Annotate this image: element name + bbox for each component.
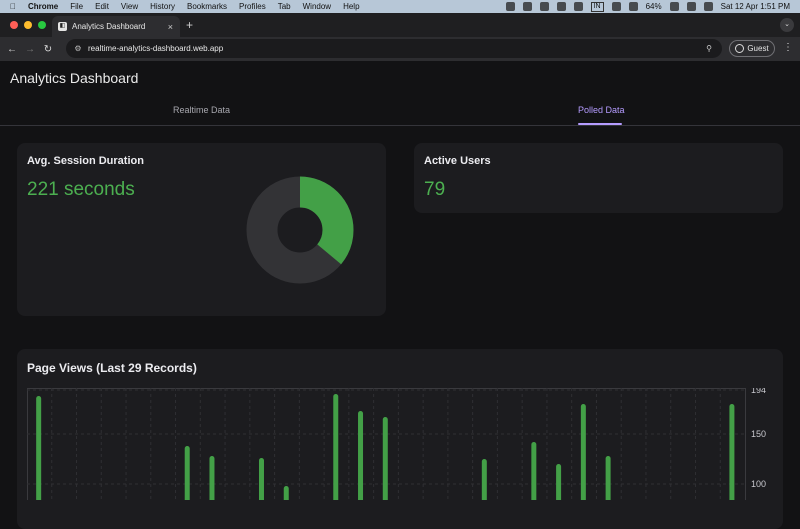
- menu-file[interactable]: File: [70, 2, 83, 11]
- favicon-icon: ◧: [58, 22, 67, 31]
- battery-percent[interactable]: 64%: [646, 2, 662, 11]
- guest-profile-button[interactable]: Guest: [729, 40, 775, 57]
- page-title: Analytics Dashboard: [10, 70, 139, 86]
- card-title: Avg. Session Duration: [27, 155, 144, 167]
- bar[interactable]: [184, 446, 190, 500]
- bar[interactable]: [531, 442, 537, 500]
- bar[interactable]: [729, 404, 735, 500]
- address-bar[interactable]: ⚙ realtime-analytics-dashboard.web.app ⚲: [66, 39, 722, 58]
- session-duration-card: Avg. Session Duration 221 seconds: [17, 143, 386, 316]
- bar[interactable]: [283, 486, 289, 500]
- menu-view[interactable]: View: [121, 2, 138, 11]
- menu-history[interactable]: History: [150, 2, 175, 11]
- y-tick-label: 150: [751, 429, 766, 439]
- minimize-window-button[interactable]: [24, 21, 32, 29]
- session-donut-chart: [246, 176, 354, 284]
- tab-polled-data[interactable]: Polled Data: [578, 105, 625, 115]
- control-center-icon[interactable]: [703, 2, 713, 11]
- bar[interactable]: [358, 411, 364, 500]
- bar[interactable]: [36, 396, 42, 500]
- back-arrow-icon[interactable]: ←: [3, 44, 21, 55]
- upload-icon[interactable]: [539, 2, 549, 11]
- reload-icon[interactable]: ↻: [39, 44, 57, 55]
- forward-arrow-icon[interactable]: →: [21, 44, 39, 55]
- menu-edit[interactable]: Edit: [95, 2, 109, 11]
- menubar-clock[interactable]: Sat 12 Apr 1:51 PM: [721, 2, 790, 11]
- tab-realtime-data[interactable]: Realtime Data: [173, 105, 230, 115]
- menu-window[interactable]: Window: [303, 2, 331, 11]
- app-status-icon[interactable]: [522, 2, 532, 11]
- active-tab-indicator: [578, 123, 622, 125]
- bar[interactable]: [258, 458, 264, 500]
- wifi-icon[interactable]: [628, 2, 638, 11]
- bar[interactable]: [556, 464, 562, 500]
- apple-icon[interactable]: : [10, 2, 16, 11]
- bar[interactable]: [605, 456, 611, 500]
- avatar-icon: [735, 44, 745, 53]
- menu-profiles[interactable]: Profiles: [239, 2, 266, 11]
- close-window-button[interactable]: [10, 21, 18, 29]
- tab-search-chevron-icon[interactable]: ⌄: [780, 18, 794, 32]
- bar[interactable]: [333, 394, 339, 500]
- menu-bookmarks[interactable]: Bookmarks: [187, 2, 227, 11]
- bar[interactable]: [481, 459, 487, 500]
- card-title: Active Users: [424, 155, 491, 167]
- close-tab-icon[interactable]: ×: [168, 22, 173, 32]
- cloud-icon[interactable]: [556, 2, 566, 11]
- bar[interactable]: [580, 404, 586, 500]
- browser-toolbar: ← → ↻ ⚙ realtime-analytics-dashboard.web…: [0, 37, 800, 61]
- zoom-icon[interactable]: ⚲: [706, 44, 712, 53]
- menu-chrome[interactable]: Chrome: [28, 2, 58, 11]
- active-users-value: 79: [424, 179, 446, 200]
- zoom-window-button[interactable]: [38, 21, 46, 29]
- profile-label: Guest: [747, 44, 769, 53]
- bar[interactable]: [209, 456, 215, 500]
- site-settings-icon[interactable]: ⚙: [72, 44, 84, 53]
- y-tick-label: 194: [751, 388, 766, 395]
- tab-title: Analytics Dashboard: [72, 22, 146, 31]
- card-title: Page Views (Last 29 Records): [27, 361, 197, 375]
- shield-icon[interactable]: [573, 2, 583, 11]
- battery-icon[interactable]: [669, 2, 679, 11]
- browser-tab-analytics[interactable]: ◧ Analytics Dashboard ×: [52, 16, 180, 37]
- bluetooth-icon[interactable]: [611, 2, 621, 11]
- data-mode-tabs: Realtime Data Polled Data: [0, 100, 800, 126]
- more-options-icon[interactable]: ⋮: [783, 42, 793, 53]
- url-text[interactable]: realtime-analytics-dashboard.web.app: [88, 44, 223, 53]
- y-tick-label: 100: [751, 479, 766, 489]
- search-icon[interactable]: [686, 2, 696, 11]
- bar[interactable]: [382, 417, 388, 500]
- active-users-card: Active Users 79: [414, 143, 783, 213]
- input-source-indicator[interactable]: IN: [590, 1, 604, 12]
- macos-menubar:  Chrome File Edit View History Bookmark…: [0, 0, 800, 13]
- new-tab-button[interactable]: +: [186, 18, 193, 32]
- session-duration-value: 221 seconds: [27, 179, 135, 200]
- page-views-bar-chart: 100 150 194: [27, 388, 766, 500]
- menu-help[interactable]: Help: [343, 2, 359, 11]
- browser-tab-strip: ◧ Analytics Dashboard × + ⌄: [0, 13, 800, 37]
- record-icon[interactable]: [505, 2, 515, 11]
- window-controls: [10, 21, 46, 29]
- menu-tab[interactable]: Tab: [278, 2, 291, 11]
